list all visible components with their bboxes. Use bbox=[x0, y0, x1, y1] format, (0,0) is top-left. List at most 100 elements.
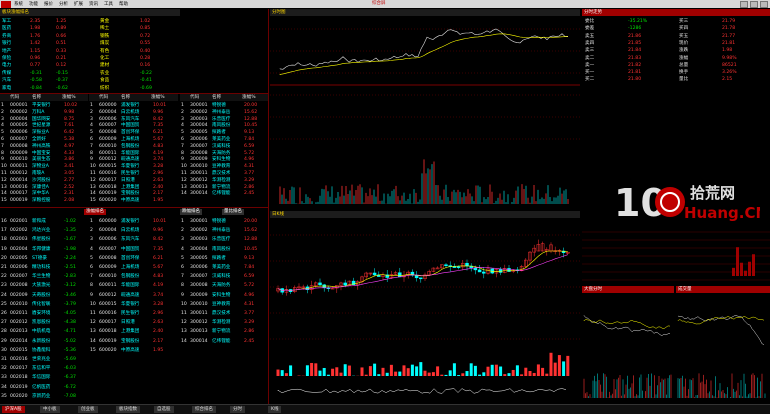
bottom-tab[interactable]: 综合排名 bbox=[192, 406, 216, 413]
bottom-tab[interactable]: K线 bbox=[268, 406, 281, 413]
sector-row[interactable]: 军工2.351.25黄金1.02 bbox=[0, 18, 180, 25]
list-item[interactable]: 33002018华信国际-6.37 bbox=[0, 374, 88, 381]
sector-row[interactable]: 银行1.420.51煤炭0.55 bbox=[0, 40, 180, 47]
list-item[interactable]: 16002001新和成-1.02 bbox=[0, 218, 88, 225]
menu-item-quote[interactable]: 报价 bbox=[41, 1, 56, 7]
list-item[interactable]: 7300007汉威科技6.59 bbox=[180, 273, 268, 280]
list-item[interactable]: 10300010豆神教育4.31 bbox=[180, 301, 268, 308]
list-item[interactable]: 24002009天奇股份-3.46 bbox=[0, 292, 88, 299]
header-code[interactable]: 代码 bbox=[10, 94, 19, 101]
menu-item-analysis[interactable]: 分析 bbox=[56, 1, 71, 7]
bottom-tab[interactable]: 分时 bbox=[230, 406, 245, 413]
tab-volume-rank[interactable]: 量比排名 bbox=[222, 209, 244, 215]
bottom-tab[interactable]: 创业板 bbox=[78, 406, 98, 413]
list-item[interactable]: 32002017东信和平-6.03 bbox=[0, 365, 88, 372]
list-item[interactable]: 28002013中航机电-4.71 bbox=[0, 328, 88, 335]
header-change[interactable]: 涨幅% bbox=[151, 94, 165, 101]
list-item[interactable]: 13300013新宁物流2.86 bbox=[180, 328, 268, 335]
bottom-tab[interactable]: 自选股 bbox=[154, 406, 174, 413]
kline-chart[interactable] bbox=[270, 211, 580, 403]
list-item[interactable]: 21002006精功科技-2.51 bbox=[0, 264, 88, 271]
list-item[interactable]: 17002002鸿达兴业-1.35 bbox=[0, 227, 88, 234]
sector-row[interactable]: 汽车-0.58-0.37食品-0.41 bbox=[0, 77, 180, 84]
menu-item-system[interactable]: 系统 bbox=[11, 1, 26, 7]
list-item[interactable]: 30002015协鑫能科-5.36 bbox=[0, 347, 88, 354]
list-item[interactable]: 27002012凯恩股份-4.38 bbox=[0, 319, 88, 326]
bottom-tab[interactable]: 板块指数 bbox=[116, 406, 140, 413]
list-item[interactable]: 13600018上港集团2.40 bbox=[89, 328, 178, 335]
menu-item-news[interactable]: 资讯 bbox=[86, 1, 101, 7]
list-item[interactable]: 10600015华夏银行3.28 bbox=[89, 301, 178, 308]
header-code[interactable]: 代码 bbox=[190, 94, 199, 101]
list-item[interactable]: 20002005ST德豪-2.24 bbox=[0, 255, 88, 262]
list-item[interactable]: 31002016世荣兆业-5.69 bbox=[0, 356, 88, 363]
list-item[interactable]: 18002003伟星股份-1.67 bbox=[0, 236, 88, 243]
menu-item-extend[interactable]: 扩展 bbox=[71, 1, 86, 7]
list-item[interactable]: 15600020中原高速1.95 bbox=[89, 197, 178, 204]
list-item[interactable]: 15000019深粮控股2.08 bbox=[0, 197, 88, 204]
list-item[interactable]: 6300006莱美药业7.84 bbox=[180, 264, 268, 271]
list-item[interactable]: 2600004白云机场9.96 bbox=[89, 227, 178, 234]
header-code[interactable]: 代码 bbox=[99, 94, 108, 101]
list-item[interactable]: 15600020中原高速1.95 bbox=[89, 347, 178, 354]
list-item[interactable]: 25002010传化智联-3.79 bbox=[0, 301, 88, 308]
list-item[interactable]: 8600011华能国际4.19 bbox=[89, 282, 178, 289]
maximize-icon[interactable] bbox=[750, 1, 758, 8]
sector-row[interactable]: 传媒-0.31-0.15农业-0.22 bbox=[0, 70, 180, 77]
close-icon[interactable] bbox=[760, 1, 768, 8]
list-item[interactable]: 26002011盾安环境-4.05 bbox=[0, 310, 88, 317]
list-item[interactable]: 1300001特锐德20.00 bbox=[180, 218, 268, 225]
list-item[interactable]: 7600010包钢股份4.83 bbox=[89, 273, 178, 280]
menu-item-help[interactable]: 帮助 bbox=[116, 1, 131, 7]
small-chart-1[interactable] bbox=[582, 286, 674, 403]
list-item[interactable]: 29002014永新股份-5.02 bbox=[0, 338, 88, 345]
bottom-tab[interactable]: 沪深A股 bbox=[2, 406, 25, 413]
list-item[interactable]: 2300002神州泰岳15.62 bbox=[180, 227, 268, 234]
menu-item-tools[interactable]: 工具 bbox=[101, 1, 116, 7]
sector-row[interactable]: 保险0.960.21化工0.28 bbox=[0, 55, 180, 62]
list-item[interactable]: 4300004南风股份10.45 bbox=[180, 246, 268, 253]
list-item[interactable]: 11600016民生银行2.96 bbox=[89, 310, 178, 317]
list-item[interactable]: 14300014亿纬锂能2.45 bbox=[180, 338, 268, 345]
list-item[interactable]: 14600019宝钢股份2.17 bbox=[89, 338, 178, 345]
list-item[interactable]: 23002008大族激光-3.12 bbox=[0, 282, 88, 289]
header-name[interactable]: 名称 bbox=[212, 94, 221, 101]
small-chart-1-panel[interactable]: 大盘分时 bbox=[582, 286, 674, 403]
list-item[interactable]: 4600007中国国贸7.35 bbox=[89, 246, 178, 253]
sector-row[interactable]: 家电-0.84-0.62纺织-0.69 bbox=[0, 85, 180, 92]
list-item[interactable]: 14300014亿纬锂能2.45 bbox=[180, 190, 268, 197]
tab-rise-rank[interactable]: 涨幅排名 bbox=[84, 209, 106, 215]
list-item[interactable]: 6600009上海机场5.67 bbox=[89, 264, 178, 271]
list-item[interactable]: 19002004华邦健康-1.98 bbox=[0, 246, 88, 253]
list-item[interactable]: 3600006东风汽车8.42 bbox=[89, 236, 178, 243]
sector-row[interactable]: 医药1.980.89稀土0.85 bbox=[0, 25, 180, 32]
list-item[interactable]: 12300012华测检测3.29 bbox=[180, 319, 268, 326]
list-item[interactable]: 11300011鼎汉技术3.77 bbox=[180, 310, 268, 317]
kline-chart-panel[interactable]: 日K线 bbox=[270, 211, 580, 403]
header-change[interactable]: 涨幅% bbox=[242, 94, 256, 101]
intraday-chart-panel[interactable]: 分时图 bbox=[270, 9, 580, 209]
bottom-tab[interactable]: 中小板 bbox=[40, 406, 60, 413]
list-item[interactable]: 3300003乐普医疗12.88 bbox=[180, 236, 268, 243]
sector-row[interactable]: 地产1.150.33有色0.40 bbox=[0, 48, 180, 55]
list-item[interactable]: 35002020京新药业-7.08 bbox=[0, 393, 88, 400]
header-name[interactable]: 名称 bbox=[32, 94, 41, 101]
small-chart-2[interactable] bbox=[676, 286, 770, 403]
tab-fall-rank[interactable]: 跌幅排名 bbox=[180, 209, 202, 215]
menu-item-function[interactable]: 功能 bbox=[26, 1, 41, 7]
header-change[interactable]: 涨幅% bbox=[62, 94, 76, 101]
sector-row[interactable]: 电力0.770.12建材0.16 bbox=[0, 62, 180, 69]
list-item[interactable]: 8300008天海防务5.72 bbox=[180, 282, 268, 289]
intraday-chart[interactable] bbox=[270, 9, 580, 209]
header-name[interactable]: 名称 bbox=[121, 94, 130, 101]
list-item[interactable]: 5600008首创环保6.21 bbox=[89, 255, 178, 262]
list-item[interactable]: 34002019亿帆医药-6.72 bbox=[0, 384, 88, 391]
list-item[interactable]: 5300005探路者9.13 bbox=[180, 255, 268, 262]
list-item[interactable]: 22002007华兰生物-2.83 bbox=[0, 273, 88, 280]
sector-row[interactable]: 券商1.760.66钢铁0.72 bbox=[0, 33, 180, 40]
small-chart-2-panel[interactable]: 成交量 bbox=[676, 286, 770, 403]
list-item[interactable]: 9600012皖通高速3.74 bbox=[89, 292, 178, 299]
list-item[interactable]: 9300009安科生物4.96 bbox=[180, 292, 268, 299]
minimize-icon[interactable] bbox=[740, 1, 748, 8]
list-item[interactable]: 12600017日照港2.63 bbox=[89, 319, 178, 326]
